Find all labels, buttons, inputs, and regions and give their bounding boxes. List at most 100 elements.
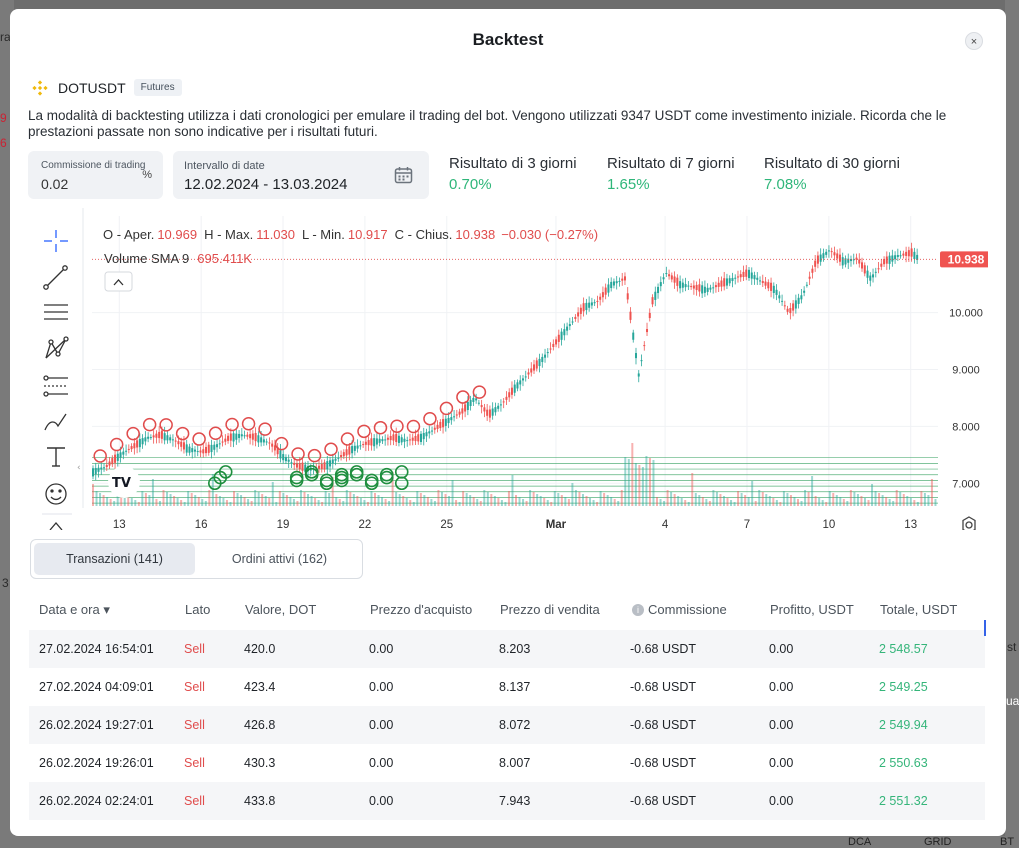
candle-body bbox=[662, 277, 665, 280]
y-tick-label: 7.000 bbox=[952, 478, 980, 490]
candle-body bbox=[885, 256, 888, 264]
candle-body bbox=[295, 463, 298, 468]
volume-bar bbox=[511, 475, 514, 506]
volume-bar bbox=[899, 492, 902, 506]
sell-marker bbox=[307, 448, 322, 463]
candle-body bbox=[825, 251, 828, 255]
close-button[interactable]: × bbox=[965, 32, 983, 50]
candle-body bbox=[100, 467, 103, 470]
crosshair-tool-icon[interactable] bbox=[44, 230, 68, 252]
candle-body bbox=[623, 276, 626, 281]
chart-settings-icon[interactable] bbox=[962, 516, 976, 530]
candle-body bbox=[681, 282, 684, 288]
background-text: 3 bbox=[2, 576, 9, 590]
candle-body bbox=[240, 434, 243, 437]
brush-tool-icon[interactable] bbox=[44, 413, 67, 431]
collapse-toolbar-icon[interactable]: ‹ bbox=[77, 463, 81, 473]
candle-body bbox=[770, 282, 773, 291]
candle-body bbox=[863, 265, 866, 274]
candle-body bbox=[794, 300, 797, 309]
candle-body bbox=[180, 441, 183, 447]
tab-transactions[interactable]: Transazioni (141) bbox=[34, 543, 195, 575]
volume-bar bbox=[645, 456, 648, 506]
candle-body bbox=[703, 286, 706, 293]
candle-body bbox=[778, 295, 781, 299]
volume-bar bbox=[113, 501, 116, 506]
volume-bar bbox=[384, 499, 387, 506]
candle-body bbox=[819, 254, 822, 262]
candle-body bbox=[436, 424, 439, 429]
candle-body bbox=[590, 302, 593, 306]
sell-marker bbox=[192, 432, 206, 446]
volume-bar bbox=[201, 499, 204, 506]
cell-date: 26.02.2024 19:27:01 bbox=[39, 718, 154, 732]
volume-bar bbox=[536, 494, 539, 506]
table-row[interactable]: 26.02.2024 19:27:01 Sell 426.8 0.00 8.072 -0.… bbox=[29, 706, 985, 744]
candle-body bbox=[105, 464, 108, 467]
sell-marker bbox=[159, 418, 173, 432]
drawing-toolbar bbox=[42, 230, 72, 530]
candle-body bbox=[147, 436, 150, 439]
candle-body bbox=[646, 329, 649, 333]
candle-body bbox=[433, 427, 436, 430]
volume-bar bbox=[927, 495, 930, 506]
cell-sell-price: 8.203 bbox=[499, 642, 531, 656]
candle-body bbox=[877, 268, 880, 270]
volume-bar bbox=[553, 491, 556, 506]
volume-bar bbox=[377, 495, 380, 506]
candle-body bbox=[659, 282, 662, 287]
result-value: 1.65% bbox=[607, 176, 650, 193]
volume-bar bbox=[342, 501, 345, 506]
scrollbar-indicator[interactable] bbox=[984, 620, 986, 636]
volume-bar bbox=[409, 500, 412, 506]
trend-line-tool-icon[interactable] bbox=[43, 265, 68, 290]
table-row[interactable]: 27.02.2024 16:54:01 Sell 420.0 0.00 8.203 -0.… bbox=[29, 630, 985, 668]
candle-body bbox=[232, 433, 235, 442]
candle-body bbox=[122, 451, 125, 455]
trading-fee-field[interactable]: Commissione di trading 0.02 % bbox=[28, 151, 163, 199]
candle-body bbox=[841, 257, 844, 266]
price-chart[interactable]: ‹ 10.938 10.000 9.000 8.000 7.000 13 16 19 22 25 M… bbox=[28, 208, 988, 530]
candle-body bbox=[188, 446, 191, 453]
candle-body bbox=[257, 435, 260, 443]
info-icon[interactable]: i bbox=[632, 604, 644, 616]
candle-body bbox=[345, 449, 348, 456]
y-tick-label: 9.000 bbox=[952, 365, 980, 377]
volume-bar bbox=[352, 494, 355, 506]
tab-active-orders[interactable]: Ordini attivi (162) bbox=[199, 543, 360, 575]
result-30-days: Risultato di 30 giorni 7.08% bbox=[764, 155, 900, 193]
collapse-legend-button[interactable] bbox=[104, 271, 133, 292]
volume-bar bbox=[610, 497, 613, 506]
table-row[interactable]: 26.02.2024 02:24:01 Sell 433.8 0.00 7.943 -0.… bbox=[29, 782, 985, 820]
measure-tool-icon[interactable] bbox=[49, 522, 63, 530]
cell-profit: 0.00 bbox=[769, 756, 794, 770]
candle-body bbox=[764, 281, 767, 286]
calendar-icon[interactable] bbox=[394, 166, 413, 184]
cell-value: 423.4 bbox=[244, 680, 276, 694]
candle-body bbox=[108, 461, 111, 466]
backtest-modal: Backtest × DOTUSDT Futures La modalità d… bbox=[10, 9, 1006, 836]
pattern-tool-icon[interactable] bbox=[45, 336, 69, 359]
text-tool-icon[interactable] bbox=[47, 447, 65, 467]
candle-body bbox=[439, 421, 442, 429]
candle-body bbox=[560, 331, 563, 340]
volume-bar bbox=[162, 490, 165, 506]
fee-value[interactable]: 0.02 bbox=[41, 176, 68, 192]
fib-retracement-tool-icon[interactable] bbox=[44, 304, 68, 320]
volume-bar bbox=[754, 501, 757, 506]
date-range-field[interactable]: Intervallo di date 12.02.2024 - 13.03.20… bbox=[173, 151, 429, 199]
volume-bar bbox=[758, 490, 761, 506]
table-row[interactable]: 26.02.2024 19:26:01 Sell 430.3 0.00 8.007 -0.… bbox=[29, 744, 985, 782]
candle-body bbox=[149, 437, 152, 439]
column-header-date[interactable]: Data e ora ▾ bbox=[39, 602, 110, 618]
volume-bar bbox=[772, 498, 775, 506]
volume-bar bbox=[106, 497, 109, 506]
forecast-tool-icon[interactable] bbox=[43, 375, 68, 397]
candle-body bbox=[690, 286, 693, 288]
volume-bar bbox=[522, 499, 525, 506]
emoji-tool-icon[interactable] bbox=[45, 483, 67, 505]
volume-bar bbox=[388, 501, 391, 506]
volume-bar bbox=[606, 495, 609, 506]
candle-body bbox=[447, 417, 450, 424]
table-row[interactable]: 27.02.2024 04:09:01 Sell 423.4 0.00 8.137 -0.… bbox=[29, 668, 985, 706]
